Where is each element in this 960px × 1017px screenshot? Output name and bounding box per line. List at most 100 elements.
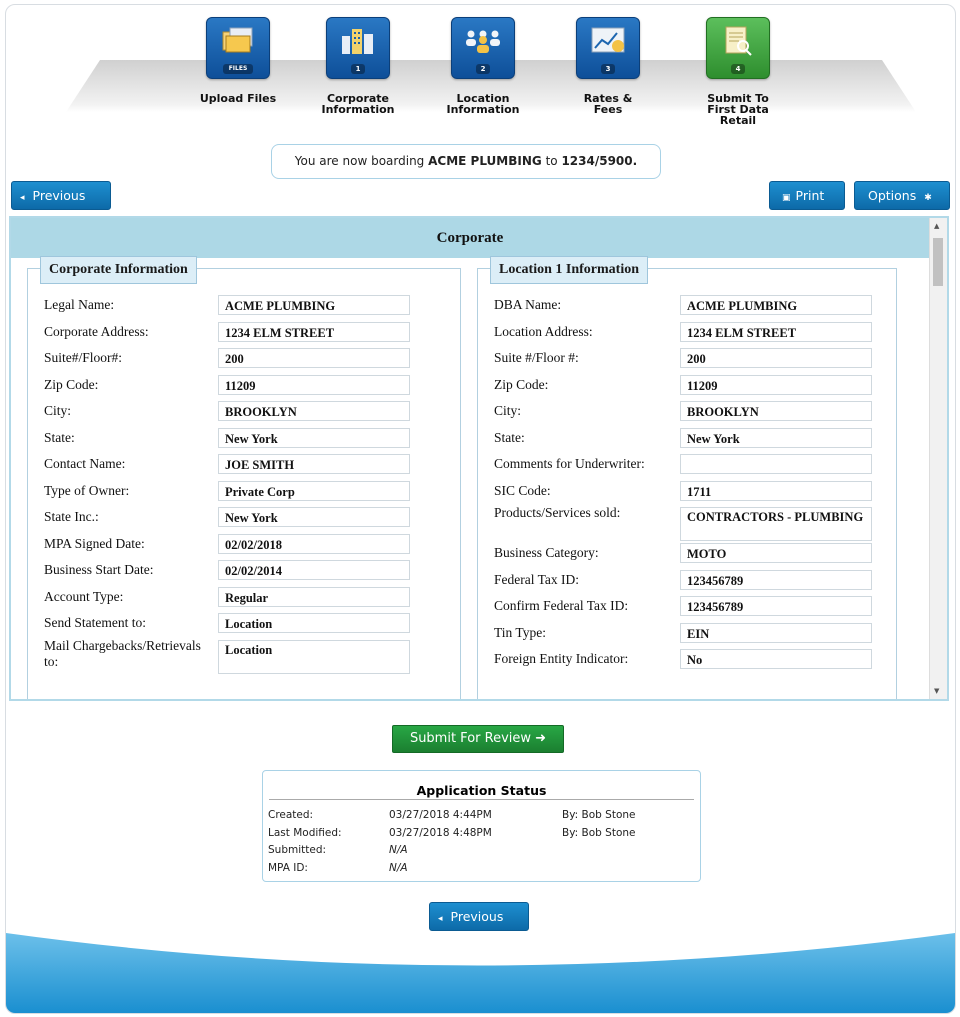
field-value[interactable]: 1711 <box>680 480 872 501</box>
application-status-box: Application Status Created: 03/27/2018 4:… <box>262 770 701 882</box>
files-icon: FILES <box>206 17 270 79</box>
location-information-legend: Location 1 Information <box>490 256 648 284</box>
field-label: Legal Name: <box>44 297 115 312</box>
field-value[interactable]: Regular <box>218 586 410 607</box>
form-row: City: BROOKLYN <box>478 399 896 426</box>
corporate-information-group: Corporate Information Legal Name: ACME PL… <box>27 256 461 699</box>
field-value[interactable]: EIN <box>680 622 872 643</box>
field-value[interactable]: Location <box>218 639 410 674</box>
field-label: City: <box>44 403 72 418</box>
field-value[interactable]: 1234 ELM STREET <box>218 321 410 342</box>
step-rates-fees[interactable]: 3 Rates & Fees <box>568 17 648 115</box>
form-row: Contact Name: JOE SMITH <box>28 452 460 479</box>
form-row: Legal Name: ACME PLUMBING <box>28 293 460 320</box>
field-value[interactable]: 123456789 <box>680 569 872 590</box>
form-row: Confirm Federal Tax ID: 123456789 <box>478 594 896 621</box>
field-value[interactable]: 1234 ELM STREET <box>680 321 872 342</box>
field-value[interactable]: New York <box>218 427 410 448</box>
field-value[interactable]: MOTO <box>680 543 872 563</box>
field-value[interactable]: 200 <box>218 348 410 368</box>
field-label: Tin Type: <box>494 624 546 640</box>
form-row: Comments for Underwriter: <box>478 452 896 479</box>
status-label: Created: <box>268 809 314 821</box>
print-button[interactable]: ▣ Print <box>769 181 845 210</box>
field-label: Products/Services sold: <box>494 505 621 520</box>
status-date: 03/27/2018 4:44PM <box>389 809 492 821</box>
step-label: Location Information <box>446 92 520 116</box>
field-value[interactable]: 11209 <box>218 374 410 395</box>
field-value[interactable]: New York <box>680 427 872 448</box>
form-row: Type of Owner: Private Corp <box>28 479 460 506</box>
status-date: N/A <box>389 861 408 874</box>
form-row: DBA Name: ACME PLUMBING <box>478 293 896 320</box>
form-row: Tin Type: EIN <box>478 621 896 648</box>
field-label: Send Statement to: <box>44 615 146 630</box>
form-row: Products/Services sold: CONTRACTORS - PLU… <box>478 505 896 541</box>
form-row: Foreign Entity Indicator: No <box>478 647 896 674</box>
scroll-down-icon[interactable]: ▼ <box>934 687 939 695</box>
field-value[interactable]: ACME PLUMBING <box>680 295 872 315</box>
form-row: Zip Code: 11209 <box>28 373 460 400</box>
boarding-notice: You are now boarding ACME PLUMBING to 12… <box>271 144 661 179</box>
status-date: N/A <box>389 844 408 856</box>
previous-button[interactable]: ◂ Previous <box>11 181 111 210</box>
scroll-up-icon[interactable]: ▲ <box>934 222 939 230</box>
field-value[interactable]: No <box>680 649 872 669</box>
step-location-information[interactable]: 2 Location Information <box>443 17 523 115</box>
field-label: DBA Name: <box>494 297 562 312</box>
field-value[interactable] <box>680 454 872 474</box>
field-label: City: <box>494 403 522 418</box>
step-label: Corporate Information <box>321 92 395 116</box>
field-label: Corporate Address: <box>44 323 149 339</box>
corporate-panel: Corporate Corporate Information Legal Na… <box>9 216 949 701</box>
field-value[interactable]: JOE SMITH <box>218 454 410 474</box>
field-label: Business Category: <box>494 545 599 560</box>
panel-scrollbar[interactable]: ▲ ▼ <box>929 218 947 699</box>
field-label: Location Address: <box>494 323 593 339</box>
field-label: Suite#/Floor#: <box>44 350 123 365</box>
scrollbar-thumb[interactable] <box>933 238 943 286</box>
chevron-left-icon: ◂ <box>20 193 25 203</box>
field-value[interactable]: BROOKLYN <box>680 401 872 421</box>
field-value[interactable]: 02/02/2014 <box>218 560 410 580</box>
field-label: Zip Code: <box>494 376 549 392</box>
step-label: Rates & Fees <box>583 92 633 116</box>
field-label: Mail Chargebacks/Retrievals to: <box>44 637 201 669</box>
field-label: MPA Signed Date: <box>44 535 145 551</box>
printer-icon: ▣ <box>782 193 791 203</box>
footer-wave <box>6 933 955 1013</box>
field-value[interactable]: New York <box>218 507 410 527</box>
step-upload-files[interactable]: FILES Upload Files <box>198 17 278 104</box>
form-row: State: New York <box>28 426 460 453</box>
field-label: State Inc.: <box>44 509 99 524</box>
form-row: Corporate Address: 1234 ELM STREET <box>28 320 460 347</box>
form-row: Federal Tax ID: 123456789 <box>478 568 896 595</box>
field-value[interactable]: 123456789 <box>680 596 872 616</box>
field-label: Business Start Date: <box>44 562 154 577</box>
options-button[interactable]: Options ✱ <box>854 181 950 210</box>
field-value[interactable]: 11209 <box>680 374 872 395</box>
field-value[interactable]: ACME PLUMBING <box>218 295 410 315</box>
field-label: Federal Tax ID: <box>494 571 580 587</box>
form-row: MPA Signed Date: 02/02/2018 <box>28 532 460 559</box>
field-value[interactable]: CONTRACTORS - PLUMBING <box>680 507 872 541</box>
field-label: Type of Owner: <box>44 482 130 498</box>
status-label: Submitted: <box>268 844 327 856</box>
field-value[interactable]: 02/02/2018 <box>218 533 410 554</box>
form-row: Suite#/Floor#: 200 <box>28 346 460 373</box>
field-value[interactable]: 200 <box>680 348 872 368</box>
submit-for-review-button[interactable]: Submit For Review ➜ <box>392 725 564 753</box>
step-submit-first-data[interactable]: 4 Submit To First Data Retail <box>688 17 788 126</box>
buildings-icon: 1 <box>326 17 390 79</box>
form-row: SIC Code: 1711 <box>478 479 896 506</box>
step-corporate-information[interactable]: 1 Corporate Information <box>318 17 398 115</box>
field-label: Account Type: <box>44 588 124 604</box>
application-status-title: Application Status <box>416 783 547 798</box>
field-value[interactable]: Location <box>218 613 410 633</box>
status-by: By: Bob Stone <box>562 809 636 821</box>
field-value[interactable]: BROOKLYN <box>218 401 410 421</box>
form-row: Send Statement to: Location <box>28 611 460 638</box>
form-row: Mail Chargebacks/Retrievals to: Location <box>28 638 460 674</box>
field-value[interactable]: Private Corp <box>218 480 410 501</box>
status-date: 03/27/2018 4:48PM <box>389 826 492 839</box>
